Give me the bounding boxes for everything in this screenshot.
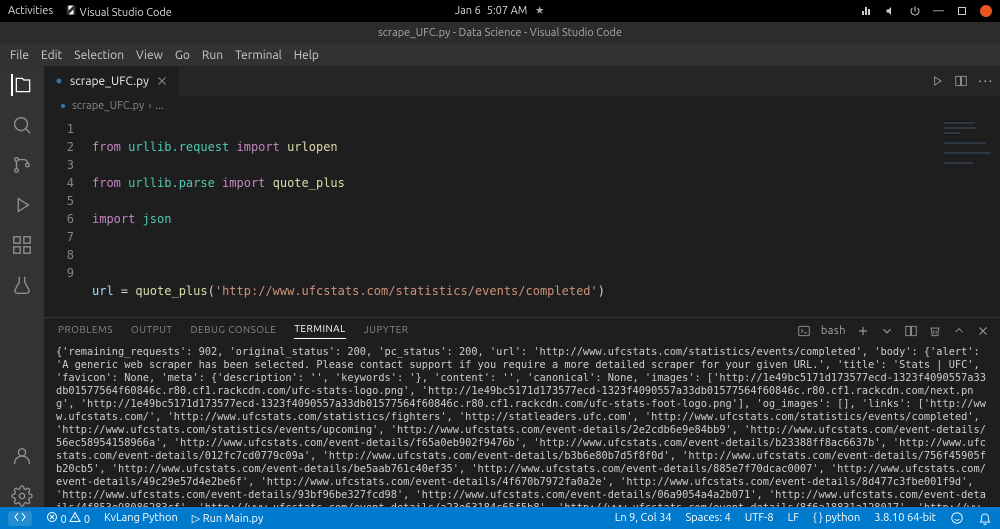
python-file-icon	[54, 76, 64, 86]
search-icon[interactable]	[11, 114, 33, 136]
clock-time: 5:07 AM	[487, 5, 528, 17]
breadcrumb[interactable]: scrape_UFC.py › ...	[44, 96, 1000, 116]
menu-help[interactable]: Help	[294, 49, 319, 62]
close-window-button[interactable]	[980, 5, 992, 17]
panel-tab-jupyter[interactable]: JUPYTER	[364, 324, 409, 339]
bottom-panel: PROBLEMS OUTPUT DEBUG CONSOLE TERMINAL J…	[44, 317, 1000, 507]
status-eol[interactable]: LF	[788, 512, 799, 524]
feedback-icon[interactable]	[950, 511, 964, 525]
split-editor-icon[interactable]	[954, 74, 968, 88]
menu-go[interactable]: Go	[175, 49, 190, 62]
run-file-icon[interactable]	[930, 74, 944, 88]
panel-tab-output[interactable]: OUTPUT	[131, 324, 173, 339]
app-indicator[interactable]: Visual Studio Code	[65, 4, 172, 19]
remote-indicator[interactable]	[8, 511, 32, 526]
tab-scrape-ufc[interactable]: scrape_UFC.py	[44, 66, 180, 96]
system-bar: Activities Visual Studio Code Jan 6 5:07…	[0, 0, 1000, 22]
status-indent[interactable]: Spaces: 4	[686, 512, 731, 524]
minimize-window-icon[interactable]: —	[933, 5, 944, 17]
weather-icon	[533, 5, 545, 17]
menu-edit[interactable]: Edit	[41, 49, 62, 62]
editor-tabs: scrape_UFC.py ···	[44, 66, 1000, 96]
code-content[interactable]: from urllib.request import urlopen from …	[84, 116, 940, 317]
menu-view[interactable]: View	[136, 49, 163, 62]
remote-icon	[14, 511, 26, 523]
line-gutter: 123456789	[44, 116, 84, 317]
status-run-main[interactable]: ▷ Run Main.py	[192, 512, 264, 525]
code-editor[interactable]: 123456789 from urllib.request import url…	[44, 116, 940, 317]
close-icon[interactable]	[155, 74, 169, 88]
gear-icon[interactable]	[11, 485, 33, 507]
testing-icon[interactable]	[11, 274, 33, 296]
menu-terminal[interactable]: Terminal	[235, 49, 282, 62]
status-errors[interactable]: 0 0	[46, 511, 90, 526]
status-python-interpreter[interactable]: 3.8.10 64-bit	[874, 512, 936, 524]
activity-bar	[0, 66, 44, 507]
add-terminal-icon[interactable]	[856, 324, 870, 338]
more-actions-icon[interactable]: ···	[978, 74, 994, 88]
menu-bar: File Edit Selection View Go Run Terminal…	[0, 44, 1000, 66]
terminal-shell-label[interactable]: bash	[821, 325, 846, 337]
python-file-icon	[58, 101, 68, 111]
status-language[interactable]: { } python	[813, 512, 860, 524]
volume-icon[interactable]	[885, 5, 897, 17]
clock-date[interactable]: Jan 6	[455, 5, 481, 17]
terminal-output[interactable]: {'remaining_requests': 902, 'original_st…	[44, 344, 1000, 507]
source-control-icon[interactable]	[11, 154, 33, 176]
status-encoding[interactable]: UTF-8	[745, 512, 774, 524]
tab-filename: scrape_UFC.py	[70, 75, 149, 88]
split-terminal-icon[interactable]	[904, 324, 918, 338]
extensions-icon[interactable]	[11, 234, 33, 256]
panel-tab-terminal[interactable]: TERMINAL	[294, 323, 345, 339]
panel-tab-problems[interactable]: PROBLEMS	[58, 324, 113, 339]
breadcrumb-file: scrape_UFC.py	[72, 100, 144, 112]
activities-button[interactable]: Activities	[8, 5, 53, 17]
notifications-icon[interactable]	[978, 511, 992, 525]
window-title: scrape_UFC.py - Data Science - Visual St…	[0, 22, 1000, 44]
menu-selection[interactable]: Selection	[74, 49, 124, 62]
accounts-icon[interactable]	[11, 445, 33, 467]
explorer-icon[interactable]	[11, 74, 33, 96]
chevron-down-icon[interactable]	[880, 324, 894, 338]
kill-terminal-icon[interactable]	[928, 324, 942, 338]
warning-icon	[69, 511, 81, 523]
terminal-shell-icon	[797, 324, 811, 338]
menu-file[interactable]: File	[10, 49, 29, 62]
error-icon	[46, 511, 58, 523]
status-cursor[interactable]: Ln 9, Col 34	[615, 512, 672, 524]
maximize-window-icon[interactable]	[956, 5, 968, 17]
maximize-panel-icon[interactable]	[952, 324, 966, 338]
close-panel-icon[interactable]	[976, 324, 990, 338]
status-kvlang[interactable]: KvLang Python	[104, 512, 178, 524]
power-icon[interactable]	[909, 5, 921, 17]
network-icon[interactable]	[861, 5, 873, 17]
panel-tab-debug-console[interactable]: DEBUG CONSOLE	[190, 324, 276, 339]
menu-run[interactable]: Run	[202, 49, 223, 62]
status-bar: 0 0 KvLang Python ▷ Run Main.py Ln 9, Co…	[0, 507, 1000, 529]
run-debug-icon[interactable]	[11, 194, 33, 216]
minimap[interactable]	[940, 116, 1000, 317]
